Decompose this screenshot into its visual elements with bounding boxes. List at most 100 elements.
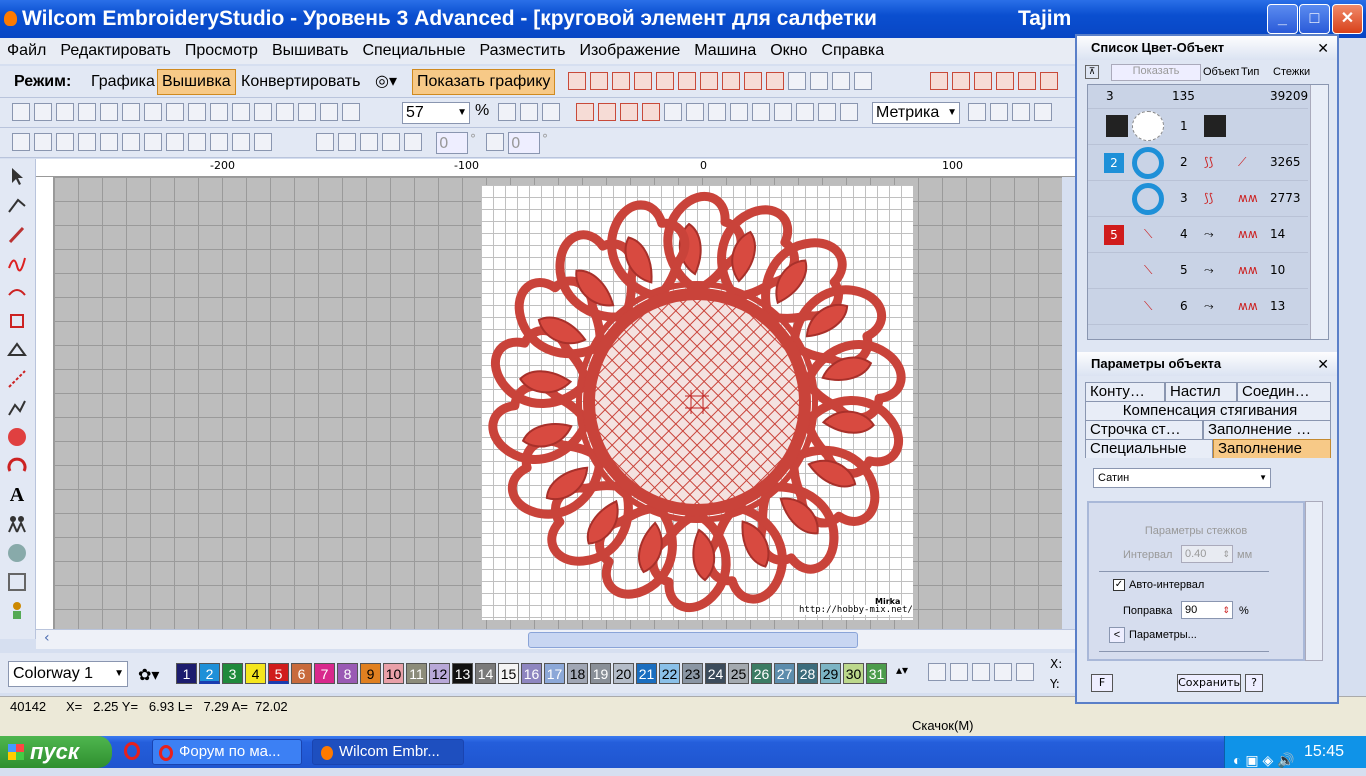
units-select[interactable]: Метрика ▼: [872, 102, 960, 124]
seq-icon[interactable]: [56, 133, 74, 151]
color-swatch-12[interactable]: 12: [429, 663, 450, 684]
polyline-icon[interactable]: [5, 396, 29, 420]
minimize-button[interactable]: _: [1267, 4, 1298, 34]
save-button[interactable]: Сохранить: [1177, 674, 1241, 692]
color-swatch-11[interactable]: 11: [406, 663, 427, 684]
node-icon[interactable]: [5, 338, 29, 362]
zigzag-stitch-icon[interactable]: [656, 72, 674, 90]
picture-icon[interactable]: [752, 103, 770, 121]
list-item[interactable]: ⟍ 5 ⤳ ʍʍ 10: [1088, 253, 1308, 289]
swatch-scroll-icon[interactable]: ▴▾: [896, 663, 908, 677]
fancy-stitch-icon[interactable]: [722, 72, 740, 90]
ellipse-icon[interactable]: [576, 103, 594, 121]
color-object-list[interactable]: 3 135 39209 1 2 2 ⟆⟆ ⟋ 3265 3 ⟆⟆ ʍʍ 2773…: [1087, 84, 1329, 340]
fill-circle-icon[interactable]: [5, 425, 29, 449]
color-swatch-4[interactable]: 4: [245, 663, 266, 684]
menu-machine[interactable]: Машина: [687, 38, 763, 64]
settings-icon[interactable]: [968, 103, 986, 121]
color-swatch-14[interactable]: 14: [475, 663, 496, 684]
dots-icon[interactable]: [990, 103, 1008, 121]
menu-embroider[interactable]: Вышивать: [265, 38, 355, 64]
spinner-icon[interactable]: ⇕: [1222, 546, 1230, 562]
color-swatch-3[interactable]: 3: [222, 663, 243, 684]
tab-pull-compensation[interactable]: Компенсация стягивания: [1085, 401, 1331, 420]
interval-input[interactable]: 0.40 ⇕: [1181, 545, 1233, 563]
color-swatch-19[interactable]: 19: [590, 663, 611, 684]
cloud-icon[interactable]: [832, 72, 850, 90]
bucket-icon[interactable]: [774, 103, 792, 121]
seq-icon[interactable]: [100, 133, 118, 151]
tab-fill-extra[interactable]: Заполнение …: [1203, 420, 1331, 439]
satin-stitch-icon[interactable]: [568, 72, 586, 90]
export-icon[interactable]: [78, 103, 96, 121]
doily-embroidery-design[interactable]: [481, 185, 913, 620]
stitch-type-icons[interactable]: [566, 72, 874, 90]
help-button[interactable]: ?: [1245, 674, 1263, 692]
tab-fill[interactable]: Заполнение: [1213, 439, 1331, 458]
appliqué-icon[interactable]: [5, 570, 29, 594]
show-button[interactable]: Показать: [1111, 64, 1201, 81]
blanket-stitch-icon[interactable]: [1018, 72, 1036, 90]
show-graphics-button[interactable]: Показать графику: [412, 69, 556, 95]
color-swatch-27[interactable]: 27: [774, 663, 795, 684]
sequence-tools[interactable]: [10, 133, 274, 151]
seq-icon[interactable]: [210, 133, 228, 151]
design-canvas[interactable]: Mirka http://hobby-mix.net/: [54, 177, 1062, 629]
seq-icon[interactable]: [232, 133, 250, 151]
zoom-box-icon[interactable]: [342, 103, 360, 121]
cross-stitch-icon[interactable]: [744, 72, 762, 90]
refresh-icon[interactable]: [840, 103, 858, 121]
params-button[interactable]: Параметры...: [1129, 629, 1197, 641]
stemstitch-icon[interactable]: [996, 72, 1014, 90]
line-icon[interactable]: [5, 367, 29, 391]
menu-arrange[interactable]: Разместить: [472, 38, 572, 64]
correction-input[interactable]: 90 ⇕: [1181, 601, 1233, 619]
spinner-icon[interactable]: ⇕: [1222, 602, 1230, 618]
monogram-icon[interactable]: [5, 541, 29, 565]
scroll-thumb[interactable]: [528, 632, 858, 648]
menu-image[interactable]: Изображение: [573, 38, 688, 64]
star-icon[interactable]: [854, 72, 872, 90]
mirror-tools[interactable]: [314, 133, 424, 151]
color-swatch-25[interactable]: 25: [728, 663, 749, 684]
add-icon[interactable]: [928, 663, 946, 681]
lines-stitch-icon[interactable]: [766, 72, 784, 90]
mirror-v-icon[interactable]: [338, 133, 356, 151]
color-swatch-23[interactable]: 23: [682, 663, 703, 684]
color-swatch-30[interactable]: 30: [843, 663, 864, 684]
color-swatch-20[interactable]: 20: [613, 663, 634, 684]
f-button[interactable]: F: [1091, 674, 1113, 692]
folder-icon[interactable]: [254, 133, 272, 151]
backstitch-icon[interactable]: [974, 72, 992, 90]
taskbar-wilcom-button[interactable]: Wilcom Embr...: [312, 739, 464, 765]
path-icon[interactable]: [664, 103, 682, 121]
mode-embroidery-button[interactable]: Вышивка: [157, 69, 236, 95]
list-scrollbar[interactable]: [1310, 85, 1328, 339]
maximize-button[interactable]: □: [1299, 4, 1330, 34]
tab-special[interactable]: Специальные: [1085, 439, 1213, 458]
3d-icon[interactable]: [810, 72, 828, 90]
zoom-out-icon[interactable]: [542, 103, 560, 121]
auto-digitize-icon[interactable]: [5, 251, 29, 275]
wave-stitch-icon[interactable]: [700, 72, 718, 90]
pen-icon[interactable]: [5, 222, 29, 246]
params-expand-icon[interactable]: <: [1109, 627, 1125, 643]
menu-view[interactable]: Просмотр: [178, 38, 265, 64]
slant-angle-input[interactable]: 0: [508, 132, 540, 154]
rotate-r-icon[interactable]: [382, 133, 400, 151]
list-item[interactable]: 3 ⟆⟆ ʍʍ 2773: [1088, 181, 1308, 217]
params-scrollbar[interactable]: [1305, 501, 1323, 661]
opera-quicklaunch-icon[interactable]: [124, 742, 140, 760]
tab-underlay[interactable]: Настил: [1165, 382, 1237, 401]
redo-icon[interactable]: [298, 103, 316, 121]
color-swatch-6[interactable]: 6: [291, 663, 312, 684]
needle-icon[interactable]: [686, 103, 704, 121]
mode-graphics-button[interactable]: Графика: [86, 69, 160, 95]
reshape-icon[interactable]: [5, 193, 29, 217]
run-stitch-icon[interactable]: [930, 72, 948, 90]
chevron-down-icon[interactable]: ▼: [114, 662, 124, 686]
color-swatch-2[interactable]: 2: [199, 663, 220, 684]
undo-icon[interactable]: [276, 103, 294, 121]
color-swatch-22[interactable]: 22: [659, 663, 680, 684]
select-arrow-icon[interactable]: [5, 164, 29, 188]
